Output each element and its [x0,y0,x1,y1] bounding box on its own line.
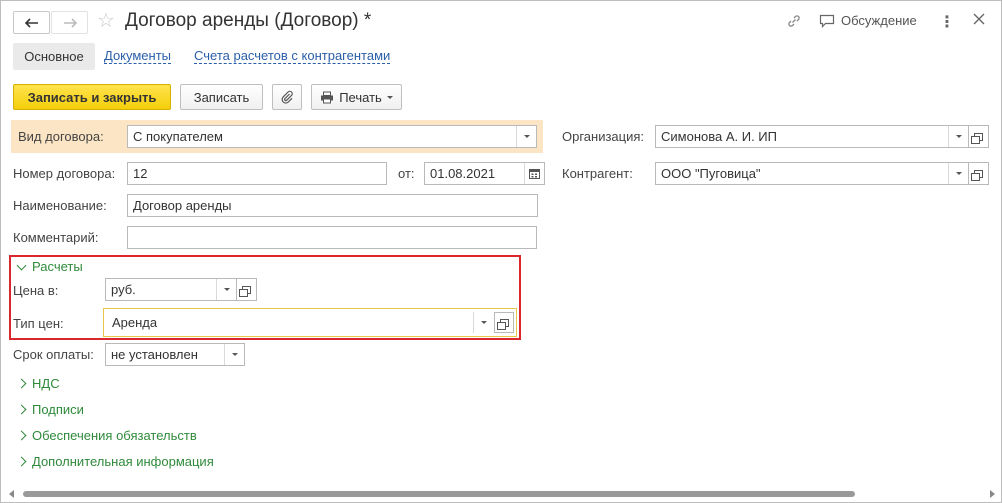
star-icon[interactable]: ☆ [97,11,115,31]
open-price-type-button[interactable] [494,312,514,333]
group-signatures[interactable]: Подписи [16,402,84,417]
more-menu-icon[interactable]: ⋮ [939,12,955,32]
horizontal-scrollbar[interactable] [7,488,997,499]
group-vat-title: НДС [32,376,60,391]
open-currency-button[interactable] [237,278,257,301]
price-in-select[interactable]: руб. [105,278,237,301]
price-type-label: Тип цен: [13,316,64,331]
organization-label: Организация: [562,129,645,144]
chevron-right-icon [16,404,27,415]
dropdown-icon[interactable] [948,126,968,147]
contract-number-field[interactable]: 12 [127,162,387,185]
dropdown-icon[interactable] [948,163,968,184]
date-value: 01.08.2021 [430,166,496,181]
print-label: Печать [339,89,382,105]
discussion-label: Обсуждение [841,13,917,28]
contract-kind-label: Вид договора: [18,129,104,144]
group-signatures-title: Подписи [32,402,84,417]
save-and-close-button[interactable]: Записать и закрыть [13,84,171,110]
tab-documents[interactable]: Документы [104,49,172,64]
back-button[interactable] [13,11,50,34]
contract-kind-value: С покупателем [133,129,223,144]
contract-number-value: 12 [133,166,148,181]
contract-number-label: Номер договора: [13,166,116,181]
dropdown-icon[interactable] [516,126,536,147]
chevron-down-icon [386,95,393,99]
open-counterparty-button[interactable] [969,162,989,185]
chat-icon [819,14,835,28]
chevron-right-icon [16,430,27,441]
scroll-left-icon[interactable] [9,490,14,498]
chevron-right-icon [16,378,27,389]
printer-icon [321,91,334,103]
name-field[interactable]: Договор аренды [127,194,538,217]
print-button[interactable]: Печать [311,84,402,110]
group-obligations-title: Обеспечения обязательств [32,428,197,443]
scroll-right-icon[interactable] [990,490,995,498]
forward-button[interactable] [51,11,88,34]
paperclip-icon [281,90,293,104]
open-icon [496,318,509,330]
open-icon [971,132,983,144]
date-label: от: [398,166,415,181]
dropdown-icon[interactable] [473,312,493,333]
group-obligations[interactable]: Обеспечения обязательств [16,428,197,443]
open-icon [971,169,983,181]
price-in-label: Цена в: [13,283,59,298]
price-type-value: Аренда [112,315,158,330]
group-additional-info-title: Дополнительная информация [32,454,214,469]
open-organization-button[interactable] [969,125,989,148]
tab-main[interactable]: Основное [13,43,95,70]
form-window: ☆ Договор аренды (Договор) * Обсуждение … [0,0,1002,503]
dropdown-icon[interactable] [216,279,236,300]
attach-button[interactable] [272,84,302,110]
organization-value: Симонова А. И. ИП [661,129,777,144]
scrollbar-thumb[interactable] [23,491,855,497]
contract-kind-select[interactable]: С покупателем [127,125,537,148]
price-in-value: руб. [111,282,136,297]
comment-label: Комментарий: [13,230,99,245]
payment-term-value: не установлен [111,347,198,362]
page-title: Договор аренды (Договор) * [125,10,372,31]
payment-term-label: Срок оплаты: [13,347,94,362]
payment-term-select[interactable]: не установлен [105,343,245,366]
calendar-icon[interactable] [524,163,544,184]
link-icon[interactable] [786,13,802,29]
close-icon[interactable] [973,13,985,25]
arrow-left-icon [24,17,38,28]
group-settlements-title: Расчеты [32,259,83,274]
organization-select[interactable]: Симонова А. И. ИП [655,125,969,148]
comment-field[interactable] [127,226,537,249]
counterparty-select[interactable]: ООО "Пуговица" [655,162,969,185]
group-vat[interactable]: НДС [16,376,60,391]
discussion-button[interactable]: Обсуждение [819,13,917,28]
counterparty-label: Контрагент: [562,166,633,181]
chevron-right-icon [16,456,27,467]
price-type-select[interactable]: Аренда [103,308,517,337]
group-settlements[interactable]: Расчеты [16,259,83,274]
counterparty-value: ООО "Пуговица" [661,166,761,181]
date-field[interactable]: 01.08.2021 [424,162,545,185]
arrow-right-icon [63,17,77,28]
dropdown-icon[interactable] [224,344,244,365]
chevron-down-icon [16,260,27,270]
tab-settlement-accounts[interactable]: Счета расчетов с контрагентами [194,49,391,64]
group-additional-info[interactable]: Дополнительная информация [16,454,214,469]
name-value: Договор аренды [133,198,232,213]
save-button[interactable]: Записать [180,84,263,110]
name-label: Наименование: [13,198,107,213]
open-icon [239,285,251,297]
